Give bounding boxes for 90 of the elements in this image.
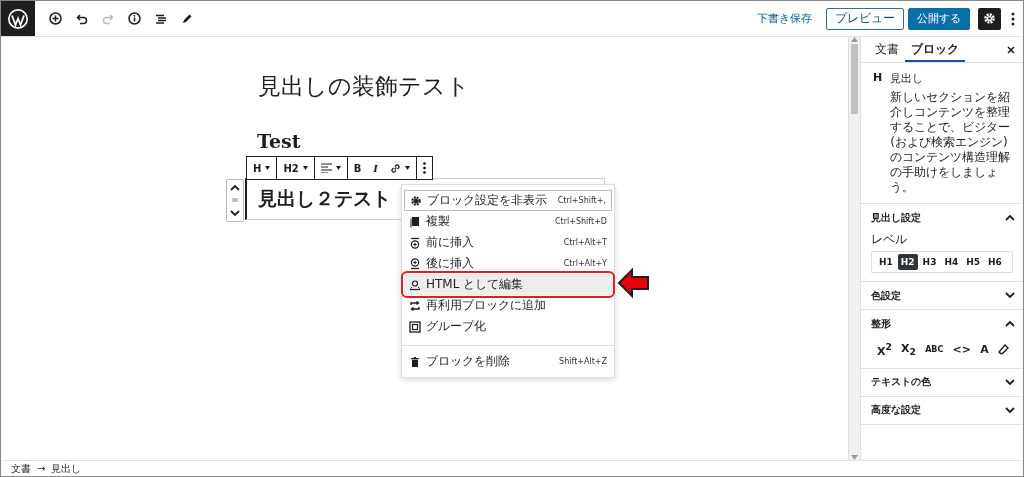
- eraser-icon[interactable]: [997, 343, 1009, 355]
- shortcut-text: Ctrl+Alt+Y: [563, 259, 607, 268]
- format-button[interactable]: ABC: [925, 344, 944, 354]
- format-button[interactable]: X$_{2}$: [901, 341, 916, 357]
- menu-item[interactable]: ブロックを削除 Shift+Alt+Z: [404, 351, 612, 372]
- panel-header[interactable]: 見出し設定: [861, 204, 1023, 231]
- menu-item[interactable]: 複製 Ctrl+Shift+D: [404, 211, 612, 232]
- chevron-down-icon: [1005, 406, 1015, 414]
- panel-header[interactable]: テキストの色: [861, 368, 1023, 396]
- heading-block-icon: H: [873, 71, 883, 195]
- chevron-up-icon: [1005, 320, 1015, 327]
- shortcut-text: Shift+Alt+Z: [559, 357, 607, 366]
- post-title[interactable]: 見出しの装飾テスト: [258, 71, 470, 102]
- caret-icon: [302, 166, 308, 170]
- format-button[interactable]: <>: [952, 342, 971, 356]
- paragraph-text[interactable]: Test: [257, 131, 301, 151]
- menu-item[interactable]: 前に挿入 Ctrl+Alt+T: [404, 232, 612, 253]
- chevron-down-icon: [1005, 378, 1015, 386]
- pencil-icon[interactable]: [181, 12, 193, 25]
- drag-handle-icon: [232, 198, 238, 203]
- block-description: 新しいセクションを紹介しコンテンツを整理することで、ビジター (および検索エンジン) のコンテンツ構造理解の手助けをしましょう。: [890, 90, 1012, 195]
- settings-icon: [983, 12, 996, 25]
- chevron-down-icon: [230, 210, 240, 218]
- panel-title: テキストの色: [871, 375, 931, 390]
- close-icon[interactable]: [1007, 45, 1015, 54]
- group-icon: [409, 320, 421, 333]
- caret-icon: [265, 166, 271, 170]
- caret-icon: [405, 166, 410, 170]
- settings-button[interactable]: [978, 7, 1001, 30]
- undo-icon[interactable]: [76, 12, 88, 25]
- chevron-down-icon: [1005, 292, 1015, 299]
- level-button[interactable]: H3: [919, 254, 940, 270]
- publish-button[interactable]: 公開する: [908, 7, 970, 30]
- format-button[interactable]: X$^{2}$: [877, 341, 892, 358]
- more-icon: [423, 162, 426, 174]
- menu-item[interactable]: 再利用ブロックに追加: [404, 295, 612, 316]
- menu-item[interactable]: HTML として編集: [404, 274, 612, 295]
- heading-text[interactable]: 見出し２テスト: [258, 186, 391, 212]
- arrow-icon: [617, 268, 650, 298]
- chevron-up-icon: [230, 183, 240, 191]
- caret-icon: [335, 166, 341, 170]
- copy-icon: [409, 215, 421, 228]
- sidebar-tab[interactable]: 文書: [869, 37, 905, 62]
- gear-icon: [410, 194, 422, 207]
- link-icon: [390, 162, 401, 174]
- preview-button[interactable]: プレビュー: [826, 7, 904, 30]
- level-button[interactable]: H2: [897, 254, 918, 270]
- italic-button[interactable]: I: [367, 157, 384, 179]
- shortcut-text: Ctrl+Shift+,: [557, 196, 606, 205]
- info-icon[interactable]: [128, 12, 141, 25]
- breadcrumb-separator: →: [37, 463, 46, 474]
- panel-title: 色設定: [871, 288, 901, 303]
- insert-after-icon: [409, 257, 421, 270]
- chevron-up-icon: [1005, 214, 1015, 221]
- logo-icon[interactable]: [1, 1, 35, 36]
- sidebar-tab[interactable]: ブロック: [905, 37, 965, 62]
- shortcut-text: Ctrl+Shift+D: [555, 217, 607, 226]
- level-button[interactable]: H6: [985, 254, 1005, 270]
- panel-title: 見出し設定: [871, 210, 921, 225]
- html-icon: [409, 278, 421, 291]
- scrollbar-thumb[interactable]: [851, 44, 858, 114]
- repeat-icon: [409, 299, 421, 312]
- block-type-button[interactable]: H2: [277, 157, 314, 179]
- trash-icon: [409, 355, 421, 368]
- panel-header[interactable]: 整形: [861, 310, 1023, 337]
- menu-item[interactable]: 後に挿入 Ctrl+Alt+Y: [404, 253, 612, 274]
- add-icon[interactable]: [49, 12, 62, 25]
- panel-header[interactable]: 色設定: [861, 282, 1023, 309]
- insert-before-icon: [409, 236, 421, 249]
- panel-title: 高度な設定: [871, 403, 921, 418]
- panel-title: 整形: [871, 316, 891, 331]
- level-button[interactable]: H4: [941, 254, 962, 270]
- align-left-icon: [320, 163, 332, 173]
- menu-item[interactable]: ブロック設定を非表示 Ctrl+Shift+,: [404, 190, 612, 211]
- format-button[interactable]: A: [980, 342, 989, 356]
- level-button[interactable]: H1: [876, 254, 896, 270]
- block-mover[interactable]: [226, 179, 244, 222]
- menu-item[interactable]: グループ化: [404, 316, 612, 337]
- block-name: 見出し: [890, 71, 925, 86]
- more-menu-icon[interactable]: [1011, 11, 1015, 26]
- save-draft-link[interactable]: 下書き保存: [757, 11, 812, 26]
- list-icon[interactable]: [155, 12, 167, 25]
- block-type-button[interactable]: H: [247, 157, 277, 179]
- bold-button[interactable]: B: [347, 157, 368, 179]
- breadcrumb-item[interactable]: 文書: [11, 461, 31, 476]
- level-label: レベル: [871, 231, 908, 248]
- breadcrumb-item[interactable]: 見出し: [51, 461, 82, 476]
- panel-header[interactable]: 高度な設定: [861, 396, 1023, 424]
- level-button[interactable]: H5: [963, 254, 983, 270]
- shortcut-text: Ctrl+Alt+T: [563, 238, 607, 247]
